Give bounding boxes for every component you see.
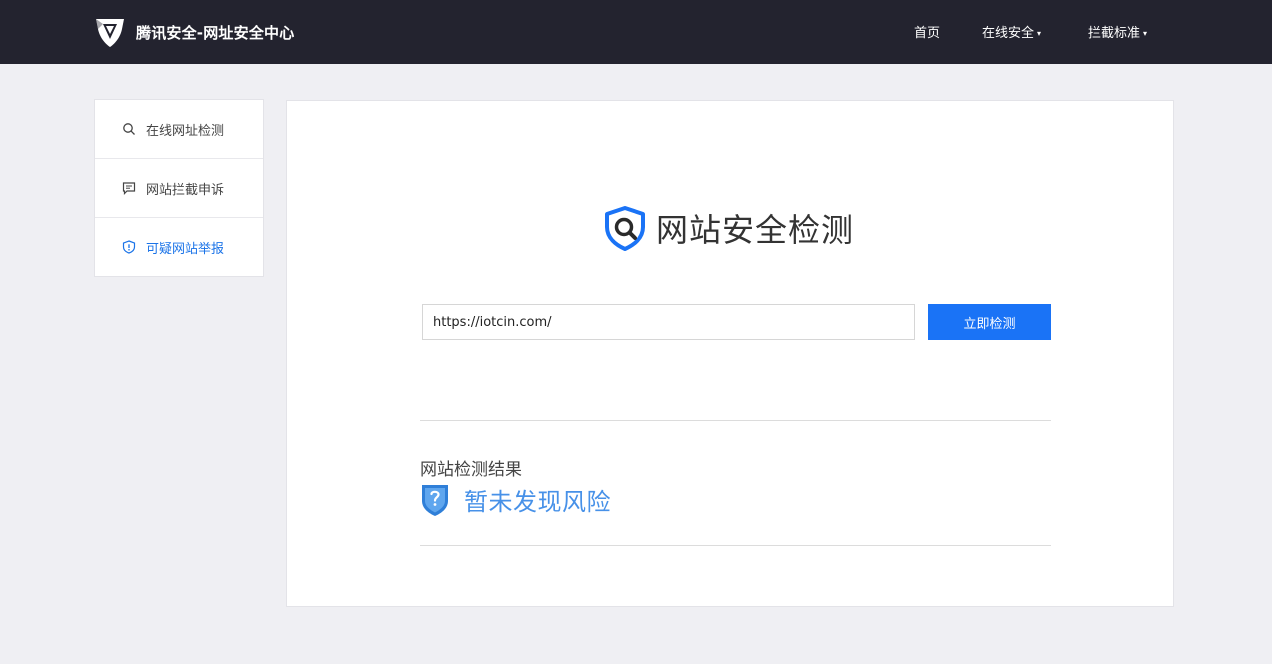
chevron-down-icon: ▾	[1037, 29, 1042, 38]
search-icon	[123, 123, 135, 135]
sidebar: 在线网址检测 网站拦截申诉 可疑网站举报	[94, 99, 264, 277]
top-navigation-bar: 腾讯安全-网址安全中心 首页 在线安全 ▾ 拦截标准 ▾	[0, 0, 1272, 64]
result-status-text: 暂未发现风险	[464, 488, 611, 516]
sidebar-item-label: 网站拦截申诉	[146, 182, 225, 198]
result-status: 暂未发现风险	[420, 482, 611, 517]
check-now-button[interactable]: 立即检测	[928, 304, 1051, 340]
divider	[420, 420, 1051, 421]
sidebar-item-label: 可疑网站举报	[146, 241, 225, 257]
chevron-down-icon: ▾	[1143, 29, 1148, 38]
nav-home[interactable]: 首页	[914, 22, 940, 41]
sidebar-item-report[interactable]: 可疑网站举报	[95, 218, 263, 276]
nav-online-security-label: 在线安全	[982, 26, 1035, 41]
site-title: 腾讯安全-网址安全中心	[136, 23, 295, 42]
sidebar-item-label: 在线网址检测	[146, 123, 225, 139]
message-icon	[122, 182, 136, 195]
shield-question-icon	[422, 484, 448, 516]
nav-block-standard[interactable]: 拦截标准 ▾	[1088, 22, 1147, 41]
tencent-shield-logo-icon	[96, 19, 124, 47]
page-title: 网站安全检测	[656, 211, 855, 249]
shield-search-icon	[605, 206, 645, 251]
nav-online-security[interactable]: 在线安全 ▾	[982, 22, 1041, 41]
shield-alert-icon	[122, 240, 136, 254]
url-input[interactable]	[422, 304, 915, 340]
divider	[420, 545, 1051, 546]
sidebar-item-appeal[interactable]: 网站拦截申诉	[95, 159, 263, 218]
page-heading: 网站安全检测	[602, 205, 854, 251]
nav-block-standard-label: 拦截标准	[1088, 26, 1141, 41]
brand[interactable]: 腾讯安全-网址安全中心	[93, 14, 294, 50]
main-panel: 网站安全检测 立即检测 网站检测结果 暂未发现风险	[286, 100, 1174, 607]
result-label: 网站检测结果	[420, 460, 522, 480]
nav-home-label: 首页	[914, 26, 941, 41]
sidebar-item-url-check[interactable]: 在线网址检测	[95, 100, 263, 159]
